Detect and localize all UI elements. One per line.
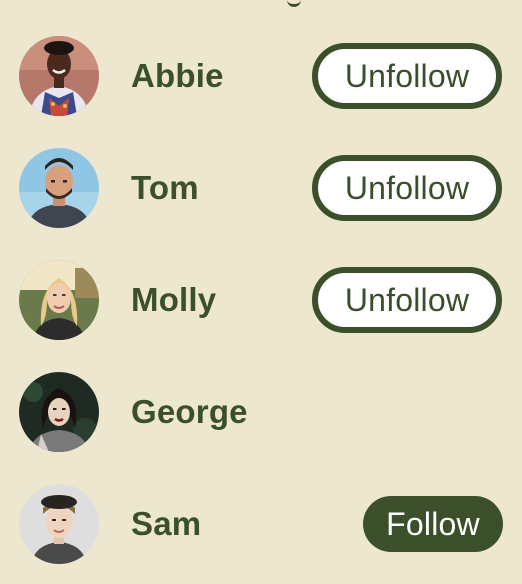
user-name: Sam [131,505,202,542]
avatar [19,372,99,452]
user-row-molly: Molly Unfollow [0,260,522,340]
avatar [19,260,99,340]
user-row-tom: Tom Unfollow [0,148,522,228]
user-name: George [131,393,248,430]
user-row-george: George [0,372,522,452]
user-name: Abbie [131,57,224,94]
user-name: Molly [131,281,217,318]
follow-button[interactable]: Follow [363,496,503,552]
unfollow-button[interactable]: Unfollow [312,267,502,333]
unfollow-button[interactable]: Unfollow [312,43,502,109]
avatar [19,484,99,564]
user-row-abbie: Abbie Unfollow [0,36,522,116]
user-name: Tom [131,169,199,206]
previous-item-fragment [287,0,301,7]
avatar [19,148,99,228]
user-row-sam: Sam Follow [0,484,522,564]
avatar [19,36,99,116]
unfollow-button[interactable]: Unfollow [312,155,502,221]
